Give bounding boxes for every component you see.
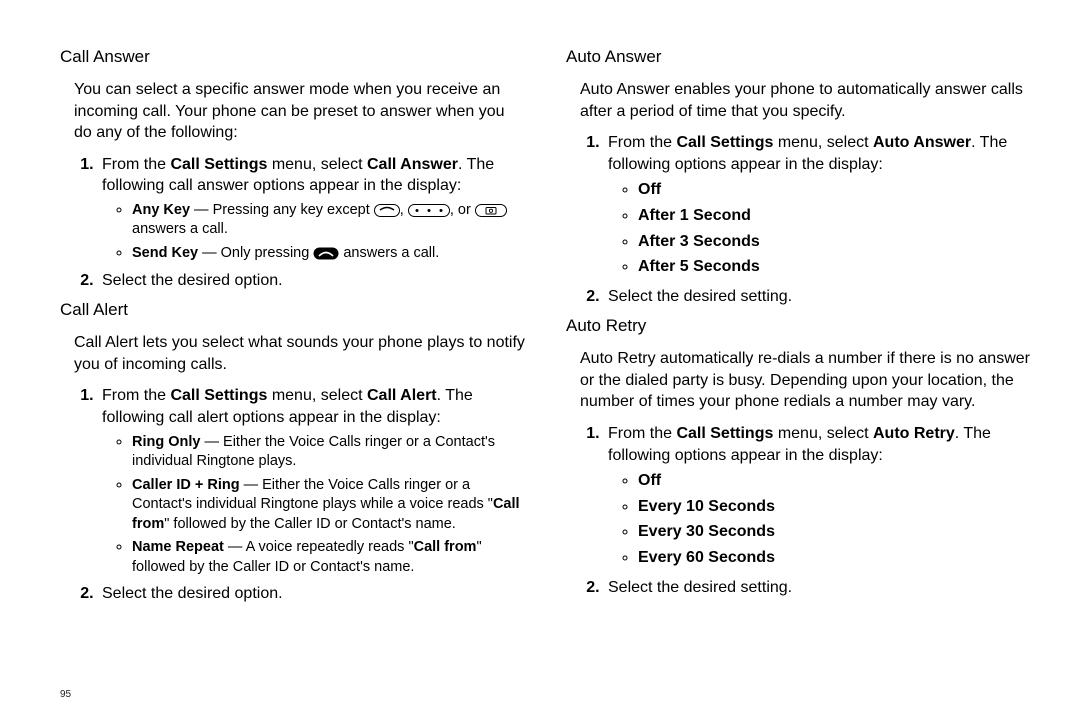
text-bold: Call Answer: [367, 156, 458, 173]
call-answer-options: Any Key — Pressing any key except , , or…: [114, 201, 526, 264]
call-alert-options: Ring Only — Either the Voice Calls ringe…: [114, 433, 526, 578]
text: ,: [400, 202, 408, 218]
text-bold: Call Settings: [676, 134, 773, 151]
end-key-icon: [374, 204, 400, 218]
auto-retry-options: Off Every 10 Seconds Every 30 Seconds Ev…: [620, 470, 1032, 568]
text: From the: [608, 425, 676, 442]
list-item: Any Key — Pressing any key except , , or…: [132, 201, 526, 240]
heading-call-answer: Call Answer: [60, 46, 526, 69]
text-bold: Auto Answer: [873, 134, 971, 151]
heading-call-alert: Call Alert: [60, 299, 526, 322]
text: answers a call.: [132, 221, 228, 237]
page-number: 95: [60, 689, 71, 700]
list-item: Off: [638, 179, 1032, 201]
text-bold: Call Alert: [367, 387, 437, 404]
list-item: From the Call Settings menu, select Call…: [98, 154, 526, 264]
text: " followed by the Caller ID or Contact's…: [164, 516, 456, 532]
text: menu, select: [773, 425, 873, 442]
text-bold: Call from: [414, 539, 477, 555]
send-key-icon: [313, 247, 339, 261]
list-item: From the Call Settings menu, select Call…: [98, 385, 526, 577]
option-label: Send Key: [132, 245, 198, 261]
call-alert-steps: From the Call Settings menu, select Call…: [74, 385, 526, 605]
call-answer-steps: From the Call Settings menu, select Call…: [74, 154, 526, 291]
list-item: Every 60 Seconds: [638, 547, 1032, 569]
list-item: From the Call Settings menu, select Auto…: [604, 423, 1032, 569]
text-bold: Call Settings: [170, 156, 267, 173]
list-item: After 1 Second: [638, 205, 1032, 227]
camera-key-icon: [475, 204, 507, 218]
option-label: Caller ID + Ring: [132, 477, 240, 493]
list-item: Select the desired setting.: [604, 577, 1032, 599]
option-label: Name Repeat: [132, 539, 224, 555]
text-bold: Call Settings: [170, 387, 267, 404]
auto-retry-steps: From the Call Settings menu, select Auto…: [580, 423, 1032, 598]
list-item: After 3 Seconds: [638, 231, 1032, 253]
list-item: From the Call Settings menu, select Auto…: [604, 132, 1032, 278]
call-alert-intro: Call Alert lets you select what sounds y…: [74, 332, 526, 375]
text: , or: [450, 202, 475, 218]
right-column: Auto Answer Auto Answer enables your pho…: [566, 46, 1032, 613]
left-column: Call Answer You can select a specific an…: [60, 46, 526, 613]
list-item: Name Repeat — A voice repeatedly reads "…: [132, 538, 526, 577]
text-bold: Call Settings: [676, 425, 773, 442]
auto-answer-steps: From the Call Settings menu, select Auto…: [580, 132, 1032, 307]
auto-answer-options: Off After 1 Second After 3 Seconds After…: [620, 179, 1032, 277]
list-item: Off: [638, 470, 1032, 492]
auto-answer-intro: Auto Answer enables your phone to automa…: [580, 79, 1032, 122]
option-label: Ring Only: [132, 434, 200, 450]
text: answers a call.: [339, 245, 439, 261]
text: menu, select: [267, 387, 367, 404]
text-bold: Auto Retry: [873, 425, 955, 442]
heading-auto-answer: Auto Answer: [566, 46, 1032, 69]
text: — Pressing any key except: [190, 202, 374, 218]
list-item: Ring Only — Either the Voice Calls ringe…: [132, 433, 526, 472]
text: — A voice repeatedly reads ": [224, 539, 414, 555]
text: From the: [102, 387, 170, 404]
text: menu, select: [267, 156, 367, 173]
list-item: Every 10 Seconds: [638, 496, 1032, 518]
page-content: Call Answer You can select a specific an…: [0, 0, 1080, 637]
list-item: Every 30 Seconds: [638, 521, 1032, 543]
volume-key-icon: [408, 204, 450, 218]
call-answer-intro: You can select a specific answer mode wh…: [74, 79, 526, 144]
list-item: Caller ID + Ring — Either the Voice Call…: [132, 476, 526, 535]
list-item: Send Key — Only pressing answers a call.: [132, 244, 526, 264]
text: From the: [608, 134, 676, 151]
list-item: After 5 Seconds: [638, 256, 1032, 278]
option-label: Any Key: [132, 202, 190, 218]
list-item: Select the desired setting.: [604, 286, 1032, 308]
text: — Only pressing: [198, 245, 313, 261]
text: From the: [102, 156, 170, 173]
heading-auto-retry: Auto Retry: [566, 315, 1032, 338]
auto-retry-intro: Auto Retry automatically re-dials a numb…: [580, 348, 1032, 413]
list-item: Select the desired option.: [98, 583, 526, 605]
text: menu, select: [773, 134, 873, 151]
list-item: Select the desired option.: [98, 270, 526, 292]
